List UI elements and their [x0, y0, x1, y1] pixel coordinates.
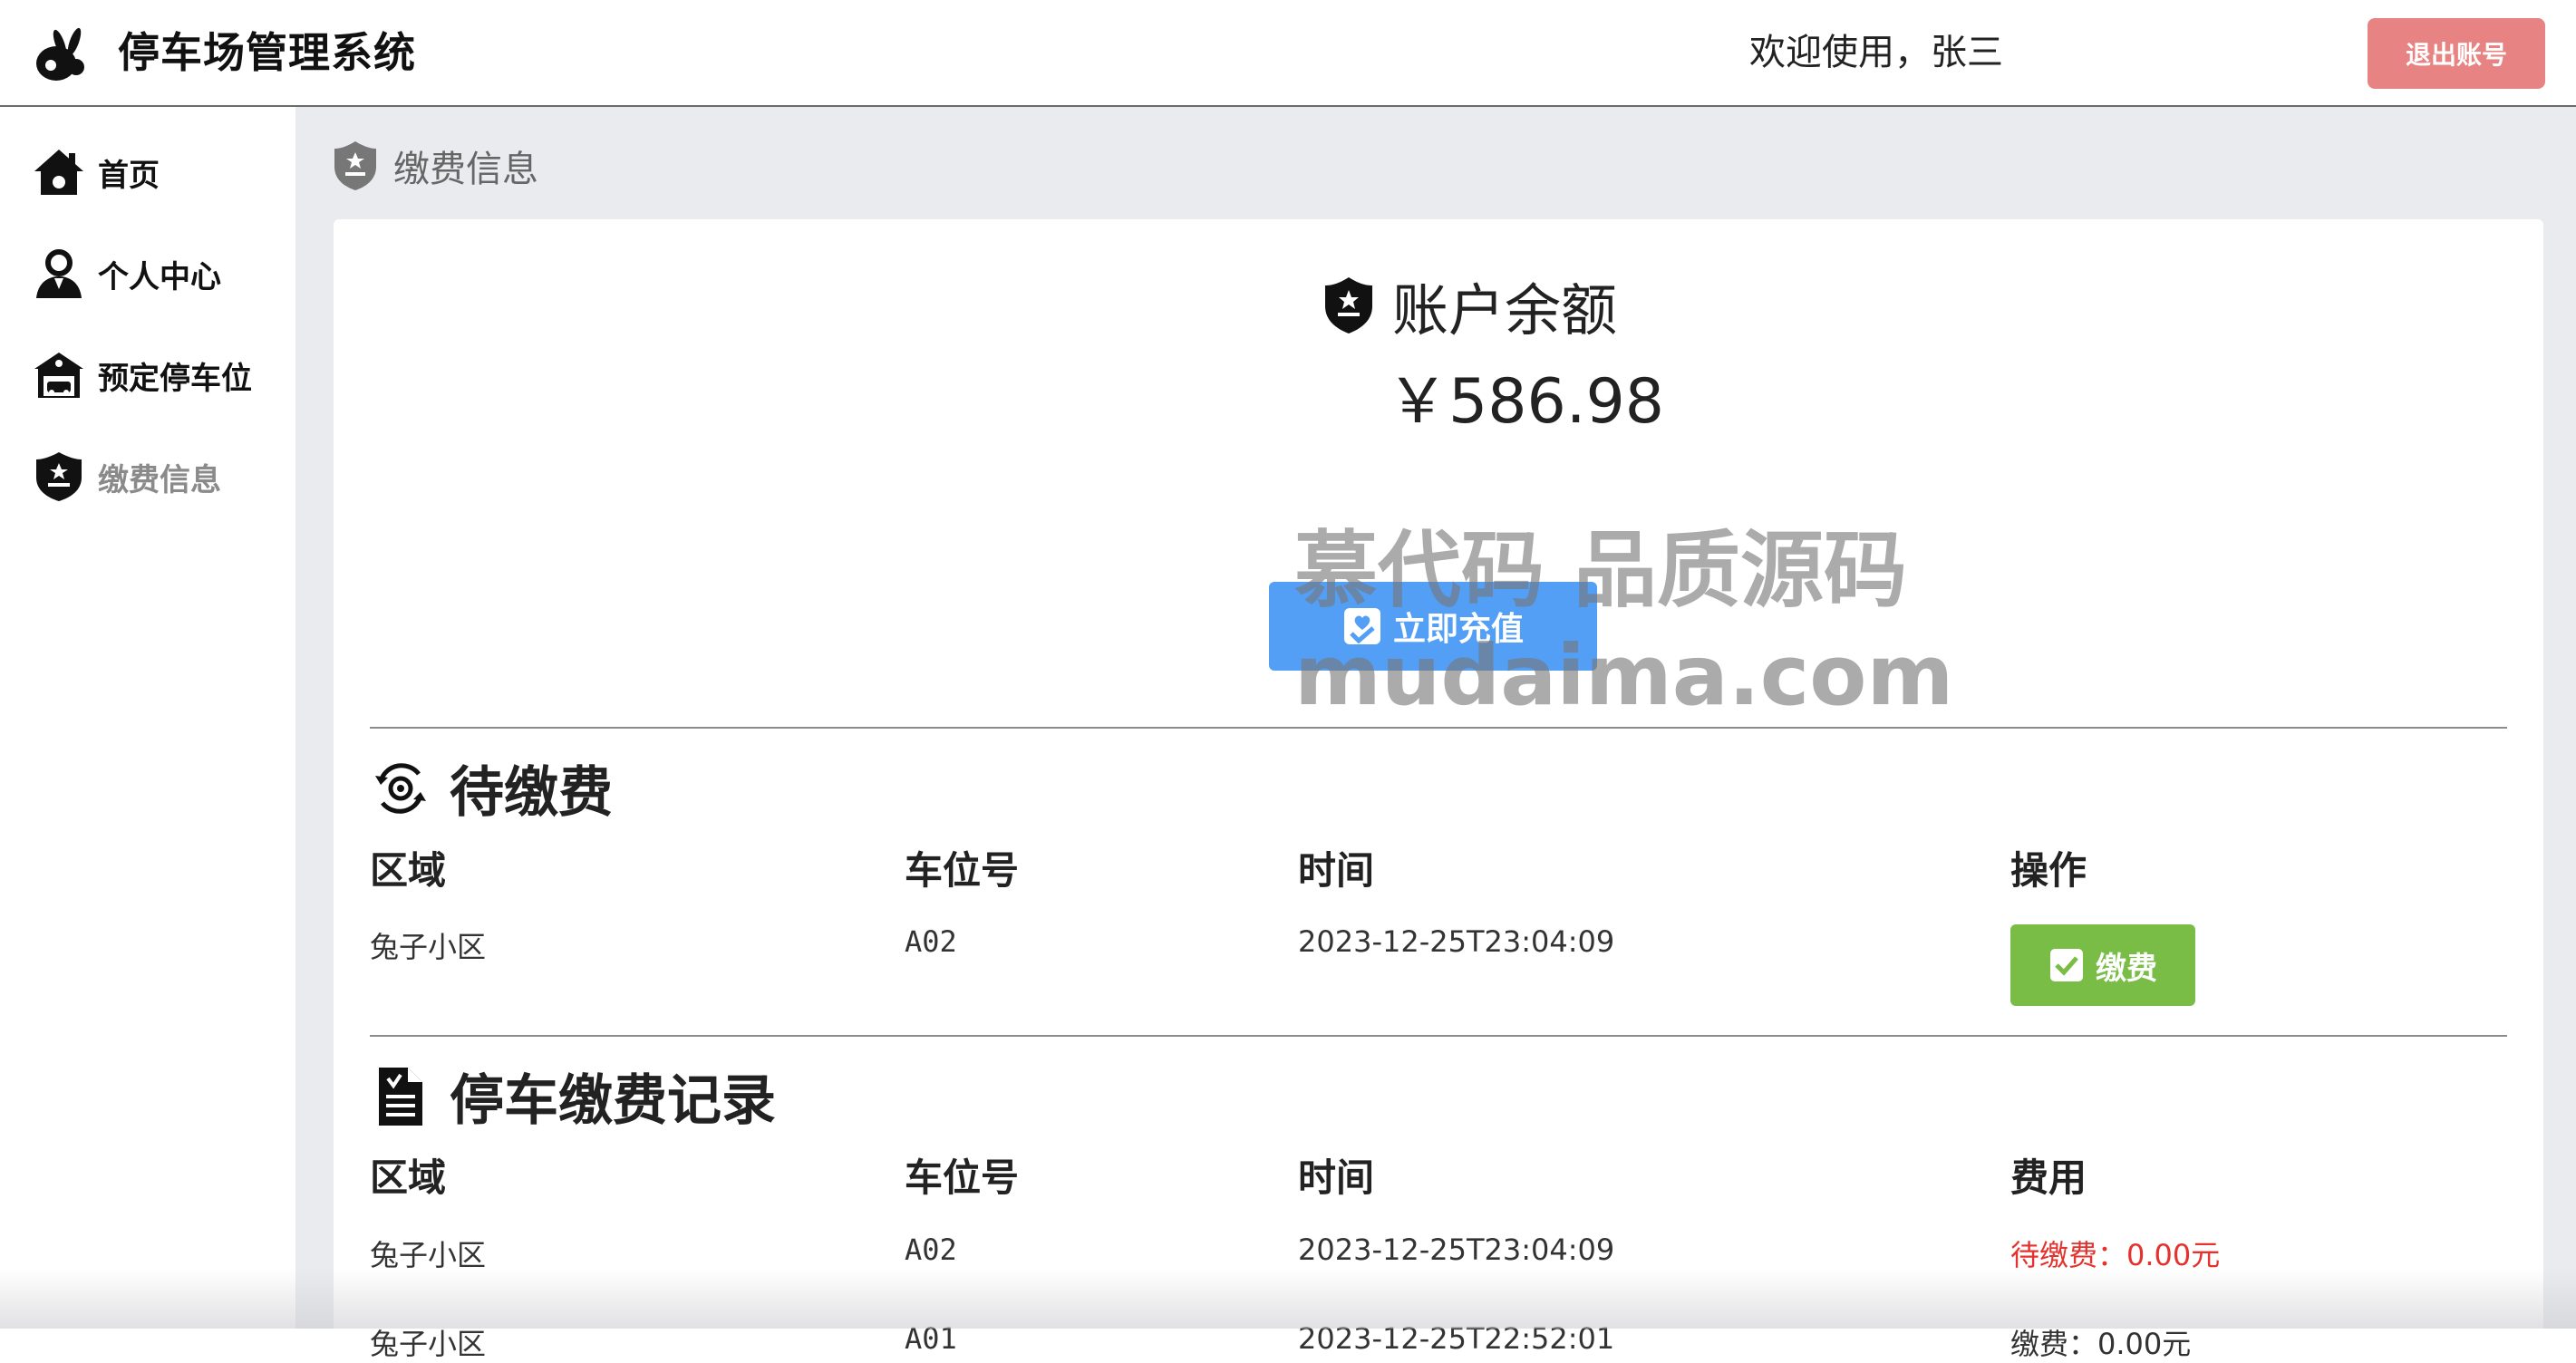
sidebar-item-label: 首页 [98, 157, 160, 194]
records-row-1-spot: A02 [905, 1232, 957, 1267]
page-title-text: 缴费信息 [393, 149, 538, 190]
page-title: 缴费信息 [332, 140, 538, 192]
heart-check-icon [1343, 608, 1380, 644]
pending-header-action: 操作 [2010, 848, 2087, 893]
balance-amount: ￥586.98 [1387, 366, 1664, 438]
shield-badge-icon [1325, 277, 1372, 334]
pending-header-time: 时间 [1298, 848, 1375, 893]
sidebar-item-payment-info[interactable]: 缴费信息 [33, 444, 286, 509]
pay-button[interactable]: 缴费 [2010, 924, 2195, 1006]
recharge-button-label: 立即充值 [1392, 611, 1524, 648]
user-icon [36, 249, 82, 298]
rabbit-logo-icon [36, 27, 84, 81]
sidebar-item-home[interactable]: 首页 [33, 140, 286, 205]
records-row-2-area: 兔子小区 [370, 1327, 487, 1361]
logout-button[interactable]: 退出账号 [2368, 18, 2545, 89]
payment-card: 账户余额 ￥586.98 立即充值 慕代码 品质源码 mudaima.com 待… [334, 219, 2543, 1361]
divider [370, 1035, 2507, 1037]
sidebar-item-profile[interactable]: 个人中心 [33, 241, 286, 306]
home-icon [34, 150, 83, 195]
shield-badge-icon [36, 452, 82, 501]
pending-cell-spot: A02 [905, 924, 957, 959]
balance-title-text: 账户余额 [1392, 277, 1618, 343]
pending-cell-time: 2023-12-25T23:04:09 [1298, 924, 1615, 959]
records-row-2-spot: A01 [905, 1321, 957, 1356]
rotate-eye-icon [375, 762, 426, 814]
welcome-text: 欢迎使用，张三 [1749, 32, 2003, 73]
pay-button-label: 缴费 [2096, 950, 2157, 987]
records-row-1-area: 兔子小区 [370, 1238, 487, 1272]
pending-cell-area: 兔子小区 [370, 930, 487, 964]
divider [370, 727, 2507, 729]
sidebar-item-label: 缴费信息 [98, 461, 221, 498]
records-header-time: 时间 [1298, 1155, 1375, 1200]
records-header-area: 区域 [370, 1155, 447, 1200]
records-section-title: 停车缴费记录 [370, 1057, 776, 1136]
check-square-icon [2050, 949, 2083, 981]
records-header-spot: 车位号 [905, 1155, 1020, 1200]
recharge-button[interactable]: 立即充值 [1269, 582, 1597, 671]
records-section-title-text: 停车缴费记录 [450, 1069, 776, 1133]
shield-badge-icon [334, 141, 376, 190]
pending-header-area: 区域 [370, 848, 447, 893]
pending-header-spot: 车位号 [905, 848, 1020, 893]
app-title: 停车场管理系统 [118, 28, 416, 77]
sidebar: 首页 个人中心 预定停车位 缴费信息 [0, 107, 295, 1329]
top-header: 停车场管理系统 欢迎使用，张三 退出账号 [0, 0, 2576, 107]
pending-section-title: 待缴费 [370, 749, 613, 827]
records-header-fee: 费用 [2010, 1155, 2087, 1200]
sidebar-item-label: 个人中心 [98, 258, 221, 295]
records-row-1-fee: 待缴费：0.00元 [2010, 1238, 2221, 1272]
sidebar-item-label: 预定停车位 [98, 360, 252, 397]
balance-title: 账户余额 [1322, 265, 1617, 346]
sidebar-item-reserve-parking[interactable]: 预定停车位 [33, 343, 286, 408]
parking-house-icon [34, 353, 83, 398]
pending-section-title-text: 待缴费 [450, 761, 613, 825]
records-row-1-time: 2023-12-25T23:04:09 [1298, 1232, 1615, 1267]
records-row-2-time: 2023-12-25T22:52:01 [1298, 1321, 1615, 1356]
records-row-2-fee: 缴费：0.00元 [2010, 1327, 2192, 1361]
main-content: 缴费信息 账户余额 ￥586.98 立即充值 慕代码 品质源码 mudaima.… [295, 107, 2576, 1361]
document-icon [379, 1067, 422, 1126]
